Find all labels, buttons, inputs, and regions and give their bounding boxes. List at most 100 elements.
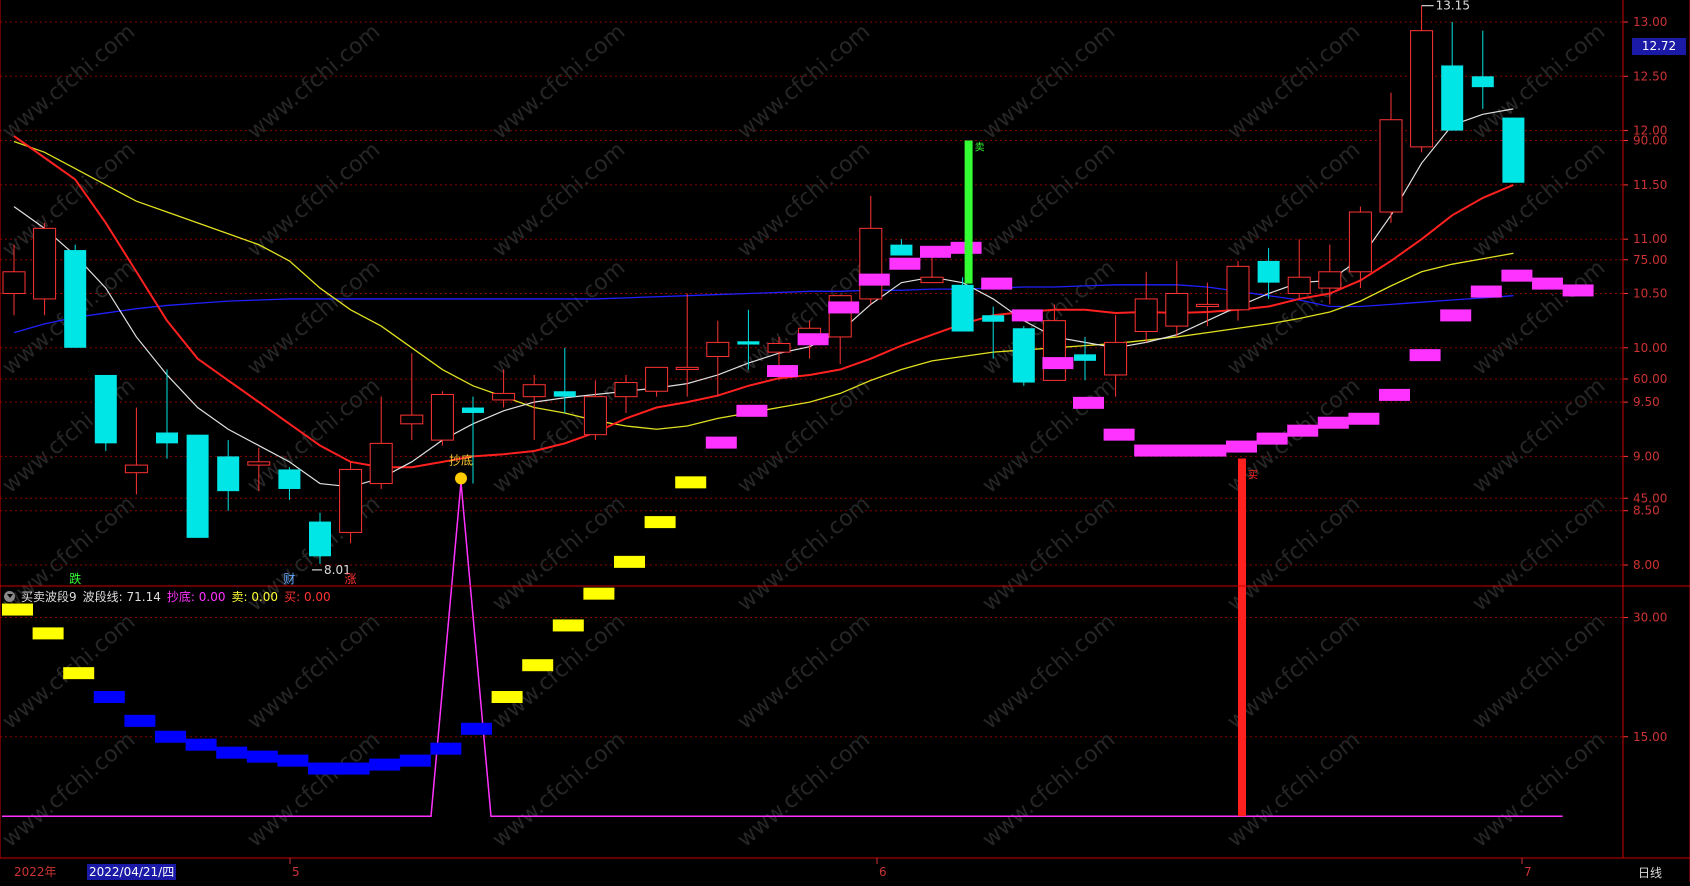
wave-segment: [1042, 357, 1074, 370]
wave-segment: [338, 762, 370, 775]
watermark-text: www.cfchi.com: [733, 137, 875, 262]
signal-marker: 财: [283, 572, 295, 586]
buy-signal-label: 买: [1248, 470, 1258, 482]
collapse-icon[interactable]: [4, 590, 15, 602]
price-tick-label: 11.50: [1633, 178, 1667, 192]
watermark-text: www.cfchi.com: [0, 373, 140, 498]
wave-segment: [155, 730, 186, 743]
candle-body-down: [94, 374, 117, 444]
candle-body-down: [890, 244, 913, 256]
osc-tick-label: 30.00: [1633, 611, 1667, 625]
price-tick-label: 13.00: [1633, 15, 1667, 29]
watermark-text: www.cfchi.com: [488, 255, 630, 380]
watermark-text: www.cfchi.com: [978, 727, 1120, 852]
watermark-text: www.cfchi.com: [733, 19, 875, 144]
wave-segment: [93, 691, 125, 703]
candle-body-up: [583, 396, 607, 436]
candle-body-up: [1318, 271, 1342, 289]
candle-body-down: [1441, 65, 1464, 131]
wave-segment: [1287, 424, 1319, 437]
candle-body-up: [1410, 30, 1434, 148]
wave-segment: [430, 742, 462, 755]
wave-segment: [308, 762, 339, 775]
watermark-text: www.cfchi.com: [243, 137, 385, 262]
indicator-item-sell: 卖: 0.00: [231, 589, 279, 604]
candle-body-down: [462, 407, 484, 413]
watermark-text: www.cfchi.com: [0, 727, 140, 852]
candle-body-up: [1287, 276, 1311, 294]
wave-segment: [399, 754, 431, 767]
candle-body-up: [430, 393, 454, 441]
month-label: 5: [292, 865, 300, 879]
candle-body-up: [522, 384, 546, 398]
wave-segment: [246, 750, 278, 763]
wave-segment: [2, 603, 33, 616]
watermark-text: www.cfchi.com: [488, 19, 630, 144]
wave-segment: [1164, 444, 1196, 457]
sell-signal-bar: [964, 140, 973, 284]
candle-body-down: [1257, 260, 1280, 283]
wave-segment: [1195, 444, 1227, 457]
wave-segment: [1440, 309, 1472, 322]
watermark-text: www.cfchi.com: [1468, 137, 1610, 262]
bottom-label: 抄底: [449, 452, 473, 467]
price-tick-label: 10.50: [1633, 287, 1667, 301]
watermark-text: www.cfchi.com: [1468, 255, 1610, 380]
watermark-text: www.cfchi.com: [243, 255, 385, 380]
current-price-tag: 12.72: [1632, 38, 1686, 55]
bottom-smiley-icon: [455, 472, 467, 485]
price-tick-label: 9.50: [1633, 395, 1660, 409]
candle-body-up: [339, 468, 363, 533]
signal-marker: 涨: [345, 571, 357, 586]
watermark-text: www.cfchi.com: [1223, 19, 1365, 144]
candle-body-up: [859, 227, 883, 300]
wave-segment: [675, 476, 707, 489]
watermark-text: www.cfchi.com: [978, 373, 1120, 498]
stock-chart[interactable]: www.cfchi.com www.cfchi.com www.cfchi.com w…: [0, 0, 1690, 882]
watermark-text: www.cfchi.com: [243, 19, 385, 144]
indicator-name[interactable]: 买卖波段9: [21, 588, 77, 605]
candle-body-up: [1195, 303, 1219, 308]
cursor-date-label: 2022/04/21/四: [87, 864, 177, 880]
high-annotation: 13.15: [1436, 0, 1470, 13]
signal-marker: 跌: [69, 571, 81, 586]
candle-body-up: [920, 276, 944, 284]
watermark-text: www.cfchi.com: [0, 19, 140, 144]
period-label[interactable]: 日线: [1638, 864, 1662, 881]
candle-body-down: [64, 250, 87, 348]
candle-body-down: [737, 341, 760, 345]
watermark-text: www.cfchi.com: [243, 727, 385, 852]
candle-body-up: [33, 227, 57, 300]
watermark-text: www.cfchi.com: [488, 727, 630, 852]
indicator-item-wave: 波段线: 71.14: [82, 589, 161, 604]
osc-tick-label: 90.00: [1633, 134, 1667, 148]
wave-segment: [981, 277, 1013, 290]
wave-segment: [552, 619, 584, 632]
watermark-text: www.cfchi.com: [733, 609, 875, 734]
watermark-text: www.cfchi.com: [488, 137, 630, 262]
watermark-text: www.cfchi.com: [978, 137, 1120, 262]
watermark-text: www.cfchi.com: [978, 609, 1120, 734]
wave-segment: [797, 333, 829, 346]
watermark-text: www.cfchi.com: [978, 491, 1120, 616]
candle-body-down: [217, 456, 240, 492]
wave-segment: [1226, 440, 1257, 453]
candle-body-up: [767, 342, 791, 353]
indicator-item-buy: 买: 0.00: [284, 589, 331, 604]
price-tick-label: 9.00: [1633, 449, 1660, 463]
candle-body-up: [675, 366, 699, 371]
wave-segment: [828, 301, 860, 314]
price-tick-label: 11.00: [1633, 232, 1667, 246]
wave-segment: [185, 738, 217, 751]
wave-segment: [1470, 285, 1502, 298]
candle-body-up: [1104, 341, 1128, 376]
price-tick-label: 12.50: [1633, 69, 1667, 83]
wave-segment: [1501, 269, 1533, 282]
indicator-item-bottom: 抄底: 0.00: [166, 589, 226, 604]
indicator-info-line: 买卖波段9 波段线: 71.14 抄底: 0.00 卖: 0.00 买: 0.0…: [4, 587, 331, 605]
candle-body-up: [2, 271, 26, 294]
candle-body-down: [553, 391, 576, 397]
wave-segment: [705, 436, 737, 449]
ma10-line: [13, 135, 1514, 469]
watermark-text: www.cfchi.com: [243, 609, 385, 734]
